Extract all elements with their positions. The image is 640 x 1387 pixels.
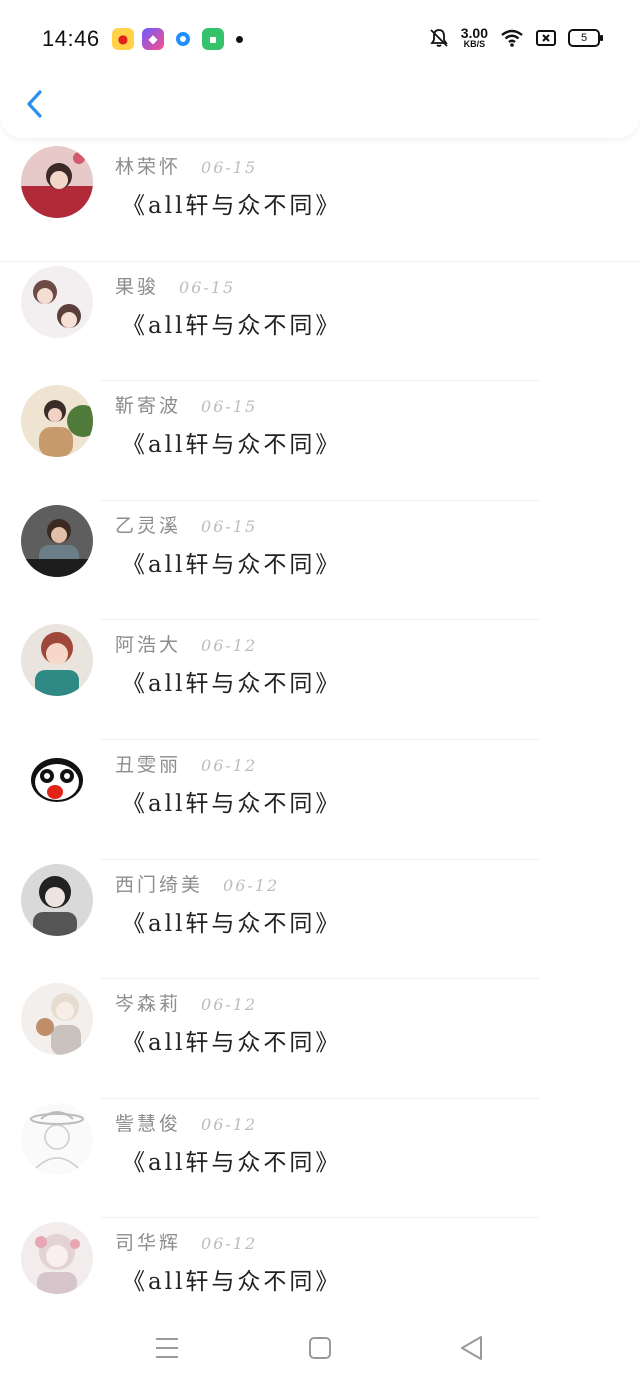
- top-bar: 14:46 ● ◆ ▪ 3.00 KB/S 5: [0, 0, 640, 138]
- commenter-name[interactable]: 果骏: [115, 272, 159, 299]
- comment-text: 《all轩与众不同》: [122, 790, 342, 817]
- commenter-name[interactable]: 丑雯丽: [115, 750, 181, 777]
- comment-date: 06-12: [223, 875, 280, 895]
- comment-text: 《all轩与众不同》: [122, 910, 342, 937]
- comment-date: 06-12: [201, 1114, 258, 1134]
- comment-date: 06-12: [201, 636, 258, 656]
- comment-meta: 靳寄波 06-15: [115, 391, 257, 418]
- shortcuts-icon: ◆: [142, 28, 164, 50]
- commenter-name[interactable]: 阿浩大: [115, 630, 181, 657]
- wifi-icon: [501, 29, 523, 47]
- comment-date: 06-12: [201, 995, 258, 1015]
- back-triangle-icon: [461, 1336, 482, 1360]
- comment-text: 《all轩与众不同》: [122, 551, 342, 578]
- comment-text: 《all轩与众不同》: [122, 1149, 342, 1176]
- bell-muted-icon: [430, 28, 448, 47]
- avatar[interactable]: [21, 624, 93, 697]
- comment-meta: 岑森莉 06-12: [115, 989, 257, 1016]
- comment-item[interactable]: 乙灵溪 06-15 《all轩与众不同》: [0, 501, 640, 621]
- commenter-name[interactable]: 西门绮美: [115, 870, 203, 897]
- avatar[interactable]: [21, 504, 93, 577]
- chevron-left-icon: [27, 90, 42, 118]
- menu-icon: [156, 1338, 178, 1358]
- comment-date: 06-15: [201, 158, 258, 177]
- commenter-name[interactable]: 乙灵溪: [115, 511, 181, 538]
- avatar[interactable]: [21, 146, 93, 218]
- comment-item[interactable]: 林荣怀 06-15 《all轩与众不同》: [0, 142, 640, 262]
- comment-meta: 果骏 06-15: [115, 272, 235, 299]
- commenter-name[interactable]: 岑森莉: [115, 989, 181, 1016]
- comment-text: 《all轩与众不同》: [122, 193, 342, 219]
- comment-date: 06-15: [201, 516, 258, 536]
- comment-item[interactable]: 丑雯丽 06-12 《all轩与众不同》: [0, 740, 640, 860]
- comment-date: 06-15: [201, 397, 258, 417]
- avatar[interactable]: [21, 1102, 93, 1175]
- comment-item[interactable]: 阿浩大 06-12 《all轩与众不同》: [0, 620, 640, 740]
- system-back-button[interactable]: [451, 1328, 491, 1368]
- comment-list[interactable]: 林荣怀 06-15 《all轩与众不同》 果骏 06-15 《all轩与众不同》…: [0, 142, 640, 1338]
- comment-date: 06-12: [201, 1234, 258, 1254]
- avatar[interactable]: [21, 385, 93, 458]
- comment-item[interactable]: 果骏 06-15 《all轩与众不同》: [0, 262, 640, 382]
- commenter-name[interactable]: 林荣怀: [115, 152, 181, 179]
- home-square-icon: [309, 1337, 331, 1359]
- home-button[interactable]: [300, 1328, 340, 1368]
- comment-meta: 訾慧俊 06-12: [115, 1109, 257, 1136]
- app-store-icon: ▪: [202, 28, 224, 50]
- avatar[interactable]: [21, 265, 93, 338]
- avatar[interactable]: [21, 1222, 93, 1295]
- back-button[interactable]: [20, 84, 60, 124]
- comment-text: 《all轩与众不同》: [122, 312, 342, 339]
- comment-meta: 林荣怀 06-15: [115, 152, 257, 179]
- comment-text: 《all轩与众不同》: [122, 671, 342, 698]
- comment-text: 《all轩与众不同》: [122, 432, 342, 459]
- system-nav-bar: [0, 1310, 640, 1387]
- commenter-name[interactable]: 訾慧俊: [115, 1109, 181, 1136]
- status-bar: 14:46 ● ◆ ▪ 3.00 KB/S 5: [0, 0, 640, 78]
- sim-disabled-icon: [536, 29, 556, 46]
- commenter-name[interactable]: 司华辉: [115, 1228, 181, 1255]
- commenter-name[interactable]: 靳寄波: [115, 391, 181, 418]
- comment-item[interactable]: 岑森莉 06-12 《all轩与众不同》: [0, 979, 640, 1099]
- status-time: 14:46: [42, 26, 100, 51]
- comment-meta: 乙灵溪 06-15: [115, 511, 257, 538]
- more-notifications-dot: [236, 35, 243, 43]
- status-right: 3.00 KB/S 5: [429, 25, 603, 49]
- comment-meta: 司华辉 06-12: [115, 1228, 257, 1255]
- qq-browser-icon: [172, 28, 194, 50]
- comment-date: 06-12: [201, 755, 258, 775]
- comment-meta: 阿浩大 06-12: [115, 630, 257, 657]
- comment-item[interactable]: 西门绮美 06-12 《all轩与众不同》: [0, 860, 640, 980]
- battery-icon: 5: [568, 28, 603, 47]
- comment-meta: 丑雯丽 06-12: [115, 750, 257, 777]
- weibo-icon: ●: [112, 28, 134, 50]
- avatar[interactable]: [21, 983, 93, 1056]
- recent-apps-button[interactable]: [147, 1328, 187, 1368]
- avatar[interactable]: [21, 863, 93, 936]
- comment-text: 《all轩与众不同》: [122, 1030, 342, 1057]
- comment-meta: 西门绮美 06-12: [115, 870, 279, 897]
- network-speed: 3.00 KB/S: [460, 25, 488, 49]
- comment-text: 《all轩与众不同》: [122, 1269, 342, 1296]
- comment-item[interactable]: 訾慧俊 06-12 《all轩与众不同》: [0, 1099, 640, 1219]
- notification-icons: ● ◆ ▪: [112, 28, 243, 50]
- comment-item[interactable]: 靳寄波 06-15 《all轩与众不同》: [0, 381, 640, 501]
- avatar[interactable]: [21, 743, 93, 816]
- comment-date: 06-15: [179, 277, 236, 297]
